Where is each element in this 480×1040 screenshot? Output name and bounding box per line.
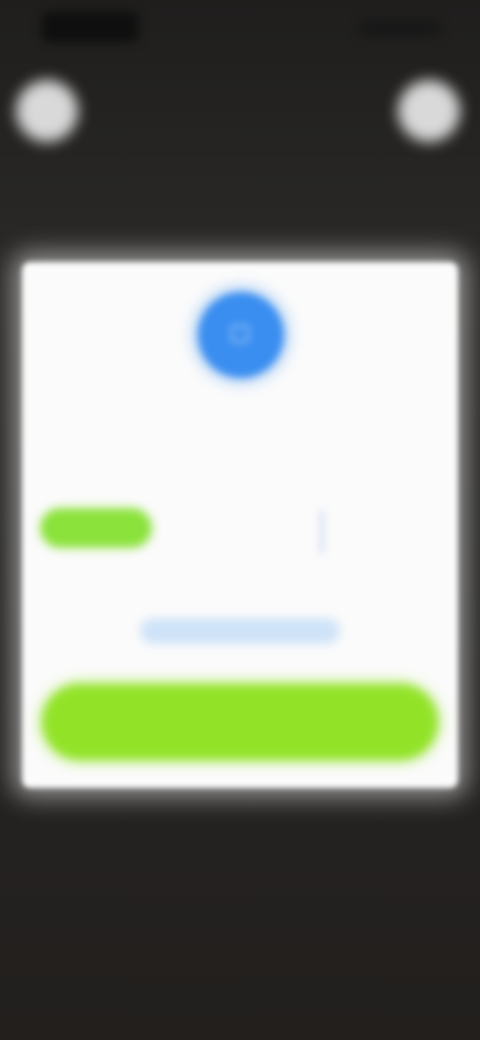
info-icon (198, 292, 284, 378)
dialog-description (72, 428, 408, 468)
info-glyph (231, 325, 249, 343)
option-handle[interactable] (320, 510, 324, 554)
status-icons (360, 20, 440, 36)
more-button[interactable] (398, 80, 460, 142)
permission-dialog (22, 262, 458, 788)
status-time (42, 12, 138, 42)
app-screen (0, 0, 480, 1040)
secondary-link-button[interactable] (140, 618, 340, 644)
option-toggle[interactable] (40, 508, 152, 548)
status-bar (0, 0, 480, 56)
option-label (160, 518, 190, 536)
dialog-title (112, 394, 368, 424)
close-button[interactable] (16, 80, 78, 142)
primary-action-button[interactable] (42, 684, 438, 760)
